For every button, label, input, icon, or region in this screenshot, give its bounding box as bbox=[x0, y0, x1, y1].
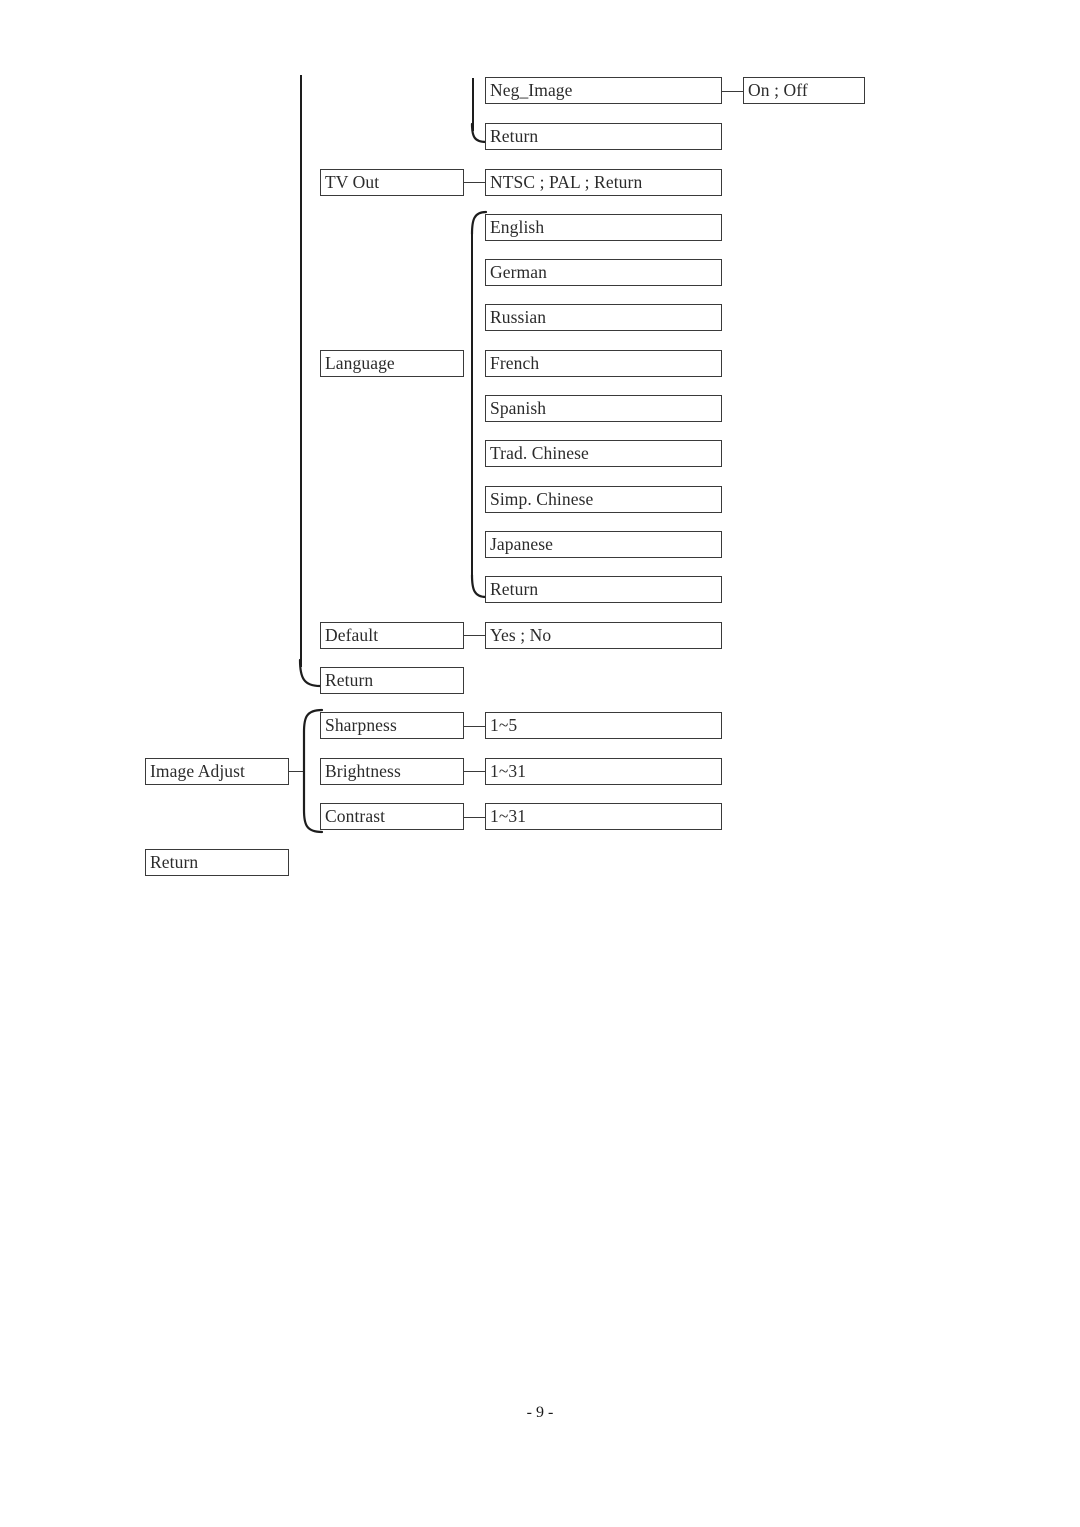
menu-value-contrast[interactable]: 1~31 bbox=[485, 803, 722, 830]
language-option[interactable]: French bbox=[485, 350, 722, 377]
menu-item-default[interactable]: Default bbox=[320, 622, 464, 649]
connector-neg-image bbox=[722, 91, 743, 92]
menu-item-root-return[interactable]: Return bbox=[145, 849, 289, 876]
connector-tv-out bbox=[464, 182, 485, 183]
language-option[interactable]: Japanese bbox=[485, 531, 722, 558]
language-option[interactable]: Return bbox=[485, 576, 722, 603]
menu-item-image-adjust[interactable]: Image Adjust bbox=[145, 758, 289, 785]
menu-item-language[interactable]: Language bbox=[320, 350, 464, 377]
menu-item-settings-return[interactable]: Return bbox=[485, 123, 722, 150]
language-option[interactable]: Simp. Chinese bbox=[485, 486, 722, 513]
menu-value-brightness[interactable]: 1~31 bbox=[485, 758, 722, 785]
menu-value-tv-out[interactable]: NTSC ; PAL ; Return bbox=[485, 169, 722, 196]
main-trunk-line bbox=[300, 75, 302, 667]
menu-value-default[interactable]: Yes ; No bbox=[485, 622, 722, 649]
menu-item-sharpness[interactable]: Sharpness bbox=[320, 712, 464, 739]
page-number: - 9 - bbox=[526, 1404, 554, 1421]
connector-contrast bbox=[464, 817, 485, 818]
language-option[interactable]: Trad. Chinese bbox=[485, 440, 722, 467]
menu-tree-page: Neg_Image On ; Off Return TV Out NTSC ; … bbox=[0, 0, 1080, 1527]
connector-default bbox=[464, 635, 485, 636]
menu-item-contrast[interactable]: Contrast bbox=[320, 803, 464, 830]
language-group-trunk bbox=[471, 232, 473, 580]
connector-brightness bbox=[464, 771, 485, 772]
menu-value-sharpness[interactable]: 1~5 bbox=[485, 712, 722, 739]
menu-value-neg-image[interactable]: On ; Off bbox=[743, 77, 865, 104]
language-option[interactable]: German bbox=[485, 259, 722, 286]
menu-item-tv-out[interactable]: TV Out bbox=[320, 169, 464, 196]
menu-item-neg-image[interactable]: Neg_Image bbox=[485, 77, 722, 104]
connector-image-adjust bbox=[289, 771, 305, 772]
connector-sharpness bbox=[464, 726, 485, 727]
language-option[interactable]: Spanish bbox=[485, 395, 722, 422]
menu-item-return[interactable]: Return bbox=[320, 667, 464, 694]
menu-item-brightness[interactable]: Brightness bbox=[320, 758, 464, 785]
language-option[interactable]: Russian bbox=[485, 304, 722, 331]
neg-image-group-trunk bbox=[472, 78, 474, 131]
language-option[interactable]: English bbox=[485, 214, 722, 241]
